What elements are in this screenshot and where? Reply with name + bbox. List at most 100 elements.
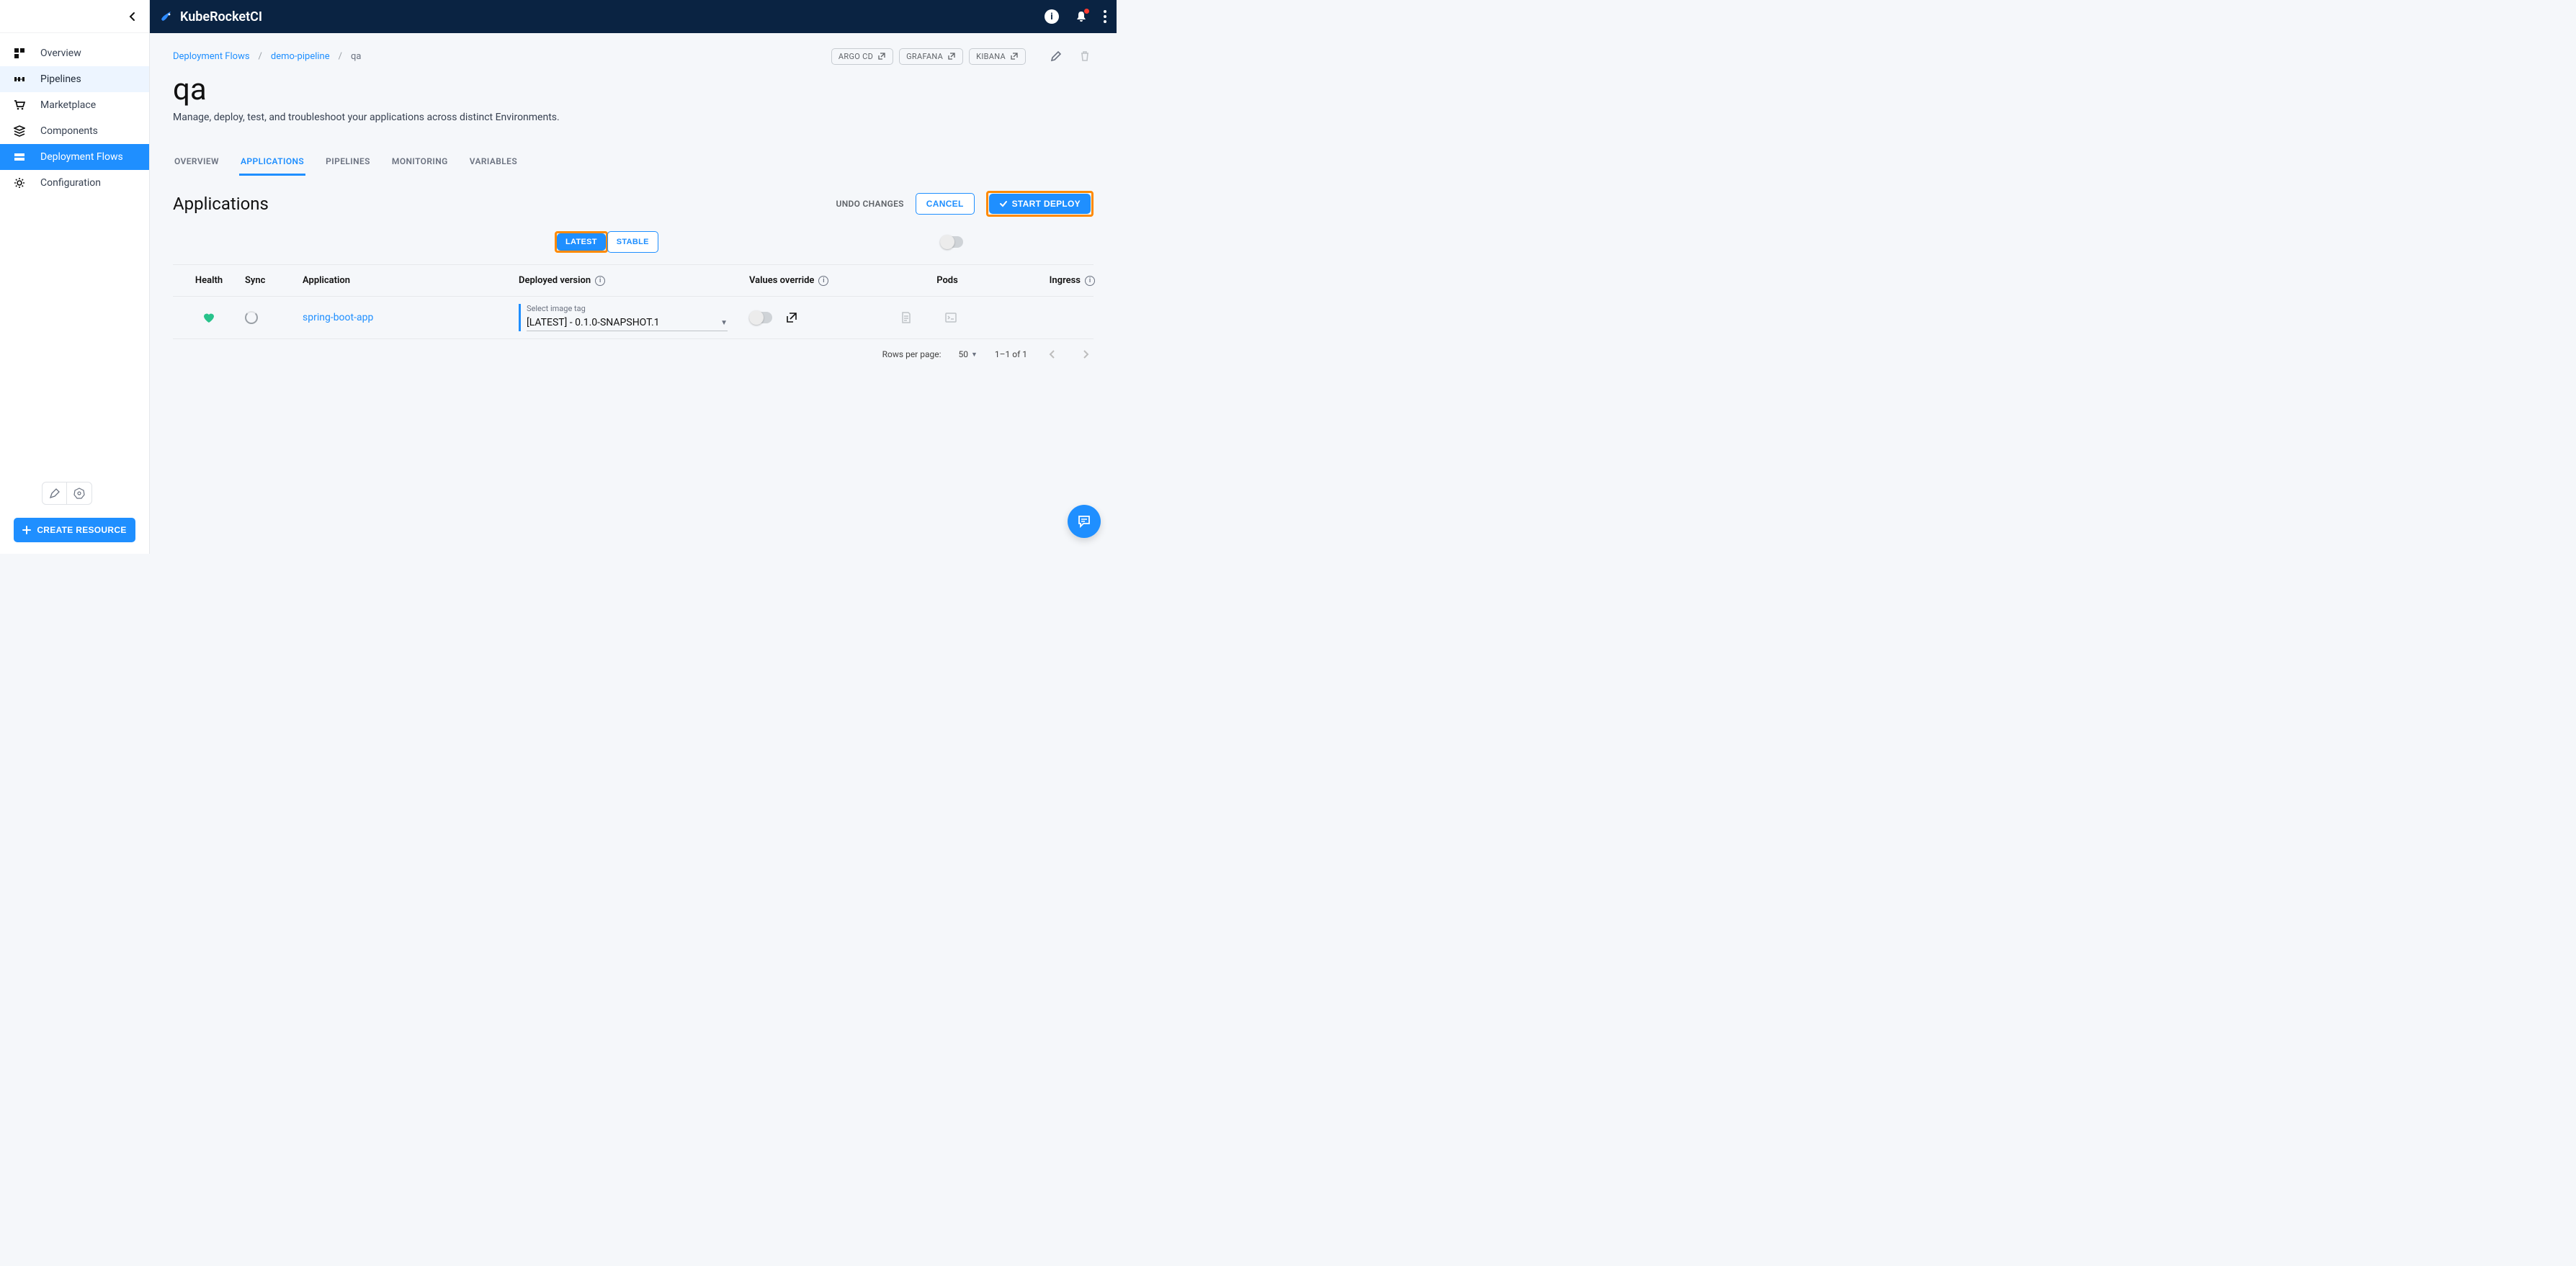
version-segmented: LATEST STABLE bbox=[555, 231, 803, 253]
sidebar-item-label: Marketplace bbox=[40, 99, 96, 111]
application-cell: spring-boot-app bbox=[303, 312, 519, 323]
table-row: spring-boot-app Select image tag [LATEST… bbox=[173, 297, 1094, 339]
section-title: Applications bbox=[173, 194, 269, 214]
rows-per-page-select[interactable]: 50 ▼ bbox=[959, 349, 978, 359]
values-override-toggle[interactable] bbox=[749, 312, 772, 323]
notifications-icon[interactable] bbox=[1075, 10, 1088, 23]
topbar-right: i bbox=[1045, 9, 1106, 24]
info-icon[interactable]: i bbox=[595, 276, 605, 286]
applications-table: Health Sync Application Deployed version… bbox=[173, 264, 1094, 339]
image-tag-value: [LATEST] - 0.1.0-SNAPSHOT.1 bbox=[527, 317, 660, 328]
page-subtitle: Manage, deploy, test, and troubleshoot y… bbox=[173, 112, 1094, 123]
rows-per-page-label: Rows per page: bbox=[882, 349, 942, 359]
tab-pipelines[interactable]: PIPELINES bbox=[324, 149, 372, 176]
table-header: Health Sync Application Deployed version… bbox=[173, 265, 1094, 297]
flows-icon bbox=[13, 151, 26, 163]
image-tag-select[interactable]: [LATEST] - 0.1.0-SNAPSHOT.1 ▼ bbox=[527, 315, 728, 331]
pipelines-icon bbox=[13, 73, 26, 85]
edit-button[interactable] bbox=[1047, 48, 1065, 65]
sidebar-item-marketplace[interactable]: Marketplace bbox=[0, 92, 149, 118]
start-deploy-button[interactable]: START DEPLOY bbox=[989, 194, 1091, 214]
argocd-link[interactable]: ARGO CD bbox=[831, 48, 893, 65]
th-application: Application bbox=[303, 275, 519, 286]
sidebar-item-label: Overview bbox=[40, 48, 81, 59]
delete-button[interactable] bbox=[1076, 48, 1094, 65]
sidebar-item-deployment-flows[interactable]: Deployment Flows bbox=[0, 144, 149, 170]
th-ingress-label: Ingress bbox=[1050, 275, 1081, 286]
sidebar-item-configuration[interactable]: Configuration bbox=[0, 170, 149, 196]
th-values-override-label: Values override bbox=[749, 275, 814, 286]
layers-icon bbox=[13, 125, 26, 137]
more-menu-icon[interactable] bbox=[1104, 10, 1106, 23]
logs-icon[interactable] bbox=[900, 312, 912, 323]
sidebar-item-label: Pipelines bbox=[40, 73, 81, 85]
filter-row: LATEST STABLE bbox=[173, 231, 1094, 253]
brand-name: KubeRocketCI bbox=[180, 9, 262, 24]
sync-spinner-icon bbox=[245, 311, 258, 324]
sidebar-item-pipelines[interactable]: Pipelines bbox=[0, 66, 149, 92]
rocket-icon bbox=[160, 9, 174, 24]
th-sync: Sync bbox=[245, 275, 303, 286]
next-page-button[interactable] bbox=[1078, 350, 1094, 359]
notification-dot bbox=[1084, 9, 1089, 14]
terminal-icon[interactable] bbox=[945, 312, 957, 323]
kibana-link[interactable]: KIBANA bbox=[969, 48, 1026, 65]
th-deployed-version: Deployed version i bbox=[519, 275, 749, 286]
chevron-left-icon bbox=[129, 12, 136, 22]
cancel-button[interactable]: CANCEL bbox=[916, 193, 975, 215]
heart-icon bbox=[202, 311, 215, 324]
create-resource-label: CREATE RESOURCE bbox=[37, 525, 126, 535]
external-links: ARGO CD GRAFANA KIBANA bbox=[831, 48, 1026, 65]
sidebar-item-overview[interactable]: Overview bbox=[0, 40, 149, 66]
grafana-link[interactable]: GRAFANA bbox=[899, 48, 963, 65]
chat-fab[interactable] bbox=[1068, 505, 1101, 538]
kubernetes-icon[interactable] bbox=[67, 482, 91, 504]
info-icon[interactable]: i bbox=[1085, 276, 1095, 286]
latest-button[interactable]: LATEST bbox=[557, 233, 606, 251]
brand[interactable]: KubeRocketCI bbox=[160, 9, 262, 24]
breadcrumb-separator: / bbox=[339, 51, 342, 62]
tab-applications[interactable]: APPLICATIONS bbox=[239, 149, 305, 176]
tab-variables[interactable]: VARIABLES bbox=[468, 149, 519, 176]
external-link-icon[interactable] bbox=[785, 311, 798, 324]
check-icon bbox=[999, 199, 1008, 208]
stable-button[interactable]: STABLE bbox=[607, 231, 658, 253]
th-health: Health bbox=[173, 275, 245, 286]
sidebar-collapse[interactable] bbox=[0, 0, 149, 33]
main-content: Deployment Flows / demo-pipeline / qa AR… bbox=[150, 33, 1117, 554]
prev-page-button[interactable] bbox=[1045, 350, 1060, 359]
values-override-master-toggle[interactable] bbox=[940, 236, 963, 248]
chip-label: ARGO CD bbox=[838, 52, 873, 61]
info-icon[interactable]: i bbox=[818, 276, 828, 286]
cart-icon bbox=[13, 99, 26, 111]
info-icon[interactable]: i bbox=[1045, 9, 1059, 24]
chip-label: KIBANA bbox=[976, 52, 1006, 61]
image-tag-label: Select image tag bbox=[527, 304, 728, 313]
pagination-range: 1–1 of 1 bbox=[995, 349, 1027, 359]
th-ingress: Ingress i bbox=[994, 275, 1095, 286]
sidebar-item-components[interactable]: Components bbox=[0, 118, 149, 144]
tab-overview[interactable]: OVERVIEW bbox=[173, 149, 220, 176]
pen-icon[interactable] bbox=[43, 482, 67, 504]
sidebar-item-label: Components bbox=[40, 125, 98, 137]
caret-down-icon: ▼ bbox=[720, 319, 728, 327]
highlight-latest: LATEST bbox=[555, 231, 608, 253]
health-cell bbox=[173, 311, 245, 324]
undo-changes-button[interactable]: UNDO CHANGES bbox=[836, 199, 904, 209]
sync-cell bbox=[245, 311, 303, 324]
breadcrumb-root[interactable]: Deployment Flows bbox=[173, 51, 250, 62]
create-resource-button[interactable]: CREATE RESOURCE bbox=[14, 518, 135, 542]
breadcrumb-current: qa bbox=[351, 51, 361, 62]
pods-cell bbox=[900, 312, 994, 323]
external-link-icon bbox=[1010, 52, 1019, 60]
sidebar-nav: Overview Pipelines Marketplace Component… bbox=[0, 33, 149, 196]
external-link-icon bbox=[947, 52, 956, 60]
tab-monitoring[interactable]: MONITORING bbox=[390, 149, 450, 176]
sidebar-item-label: Configuration bbox=[40, 177, 101, 189]
th-pods: Pods bbox=[900, 275, 994, 286]
highlight-start-deploy: START DEPLOY bbox=[986, 191, 1094, 217]
application-link[interactable]: spring-boot-app bbox=[303, 312, 373, 323]
deployed-version-cell: Select image tag [LATEST] - 0.1.0-SNAPSH… bbox=[519, 304, 749, 331]
rows-per-page-value: 50 bbox=[959, 349, 969, 359]
breadcrumb-pipeline[interactable]: demo-pipeline bbox=[271, 51, 330, 62]
